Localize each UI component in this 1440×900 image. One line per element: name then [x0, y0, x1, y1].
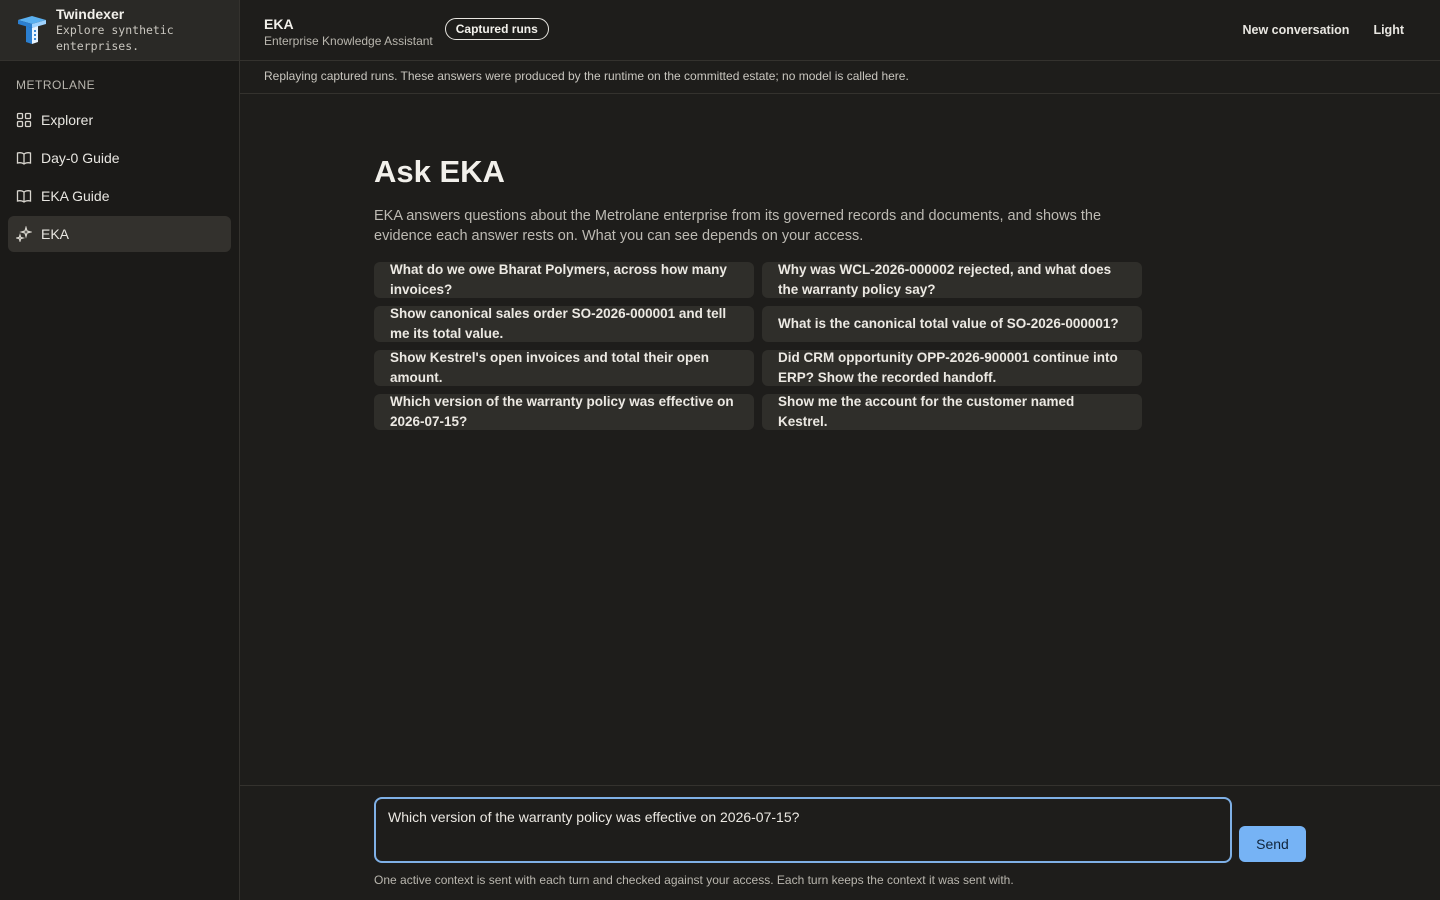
- main-heading: Ask EKA: [374, 154, 505, 189]
- book-icon: [16, 152, 32, 165]
- sidebar-item-label: Explorer: [41, 112, 94, 128]
- theme-toggle-button[interactable]: Light: [1361, 17, 1416, 43]
- book-icon: [16, 190, 32, 203]
- sidebar-item-label: EKA Guide: [41, 188, 110, 204]
- suggestion-chip[interactable]: Why was WCL-2026-000002 rejected, and wh…: [762, 262, 1142, 298]
- grid-icon: [16, 112, 32, 128]
- twindexer-logo-icon: [18, 16, 46, 44]
- sidebar-item-day0-guide[interactable]: Day-0 Guide: [8, 140, 231, 176]
- suggestion-chip[interactable]: Show me the account for the customer nam…: [762, 394, 1142, 430]
- suggestion-chip[interactable]: What is the canonical total value of SO-…: [762, 306, 1142, 342]
- send-button[interactable]: Send: [1239, 826, 1306, 862]
- sidebar-item-explorer[interactable]: Explorer: [8, 102, 231, 138]
- composer: Which version of the warranty policy was…: [240, 785, 1440, 900]
- page-subtitle: Enterprise Knowledge Assistant: [264, 34, 433, 48]
- conversation-area: Ask EKA EKA answers questions about the …: [240, 94, 1440, 785]
- message-input[interactable]: Which version of the warranty policy was…: [374, 797, 1232, 863]
- brand-name: Twindexer: [56, 6, 125, 22]
- suggestion-chip[interactable]: What do we owe Bharat Polymers, across h…: [374, 262, 754, 298]
- replay-notice: Replaying captured runs. These answers w…: [240, 61, 1440, 94]
- sidebar: Twindexer Explore synthetic enterprises.…: [0, 0, 240, 900]
- intro-text: EKA answers questions about the Metrolan…: [374, 208, 1102, 244]
- brand-tagline: Explore synthetic enterprises.: [56, 23, 174, 53]
- top-bar: EKA Enterprise Knowledge Assistant Captu…: [240, 0, 1440, 61]
- sidebar-item-label: EKA: [41, 226, 70, 242]
- suggestion-chip[interactable]: Show canonical sales order SO-2026-00000…: [374, 306, 754, 342]
- sidebar-item-eka-guide[interactable]: EKA Guide: [8, 178, 231, 214]
- suggestion-chip[interactable]: Show Kestrel's open invoices and total t…: [374, 350, 754, 386]
- page-title: EKA: [264, 16, 294, 32]
- composer-footnote: One active context is sent with each tur…: [374, 873, 1014, 887]
- brand-header: Twindexer Explore synthetic enterprises.: [0, 0, 239, 61]
- status-badge: Captured runs: [444, 18, 549, 40]
- sidebar-nav: Explorer Day-0 Guide EKA Guide EKA: [0, 102, 239, 252]
- sidebar-item-eka[interactable]: EKA: [8, 216, 231, 252]
- suggestion-chip[interactable]: Did CRM opportunity OPP-2026-900001 cont…: [762, 350, 1142, 386]
- suggestion-chip[interactable]: Which version of the warranty policy was…: [374, 394, 754, 430]
- sparkles-icon: [16, 226, 32, 242]
- suggestion-grid: What do we owe Bharat Polymers, across h…: [374, 262, 1142, 430]
- sidebar-item-label: Day-0 Guide: [41, 150, 120, 166]
- new-conversation-button[interactable]: New conversation: [1230, 17, 1361, 43]
- section-label: METROLANE: [16, 78, 96, 92]
- main-area: EKA Enterprise Knowledge Assistant Captu…: [240, 0, 1440, 900]
